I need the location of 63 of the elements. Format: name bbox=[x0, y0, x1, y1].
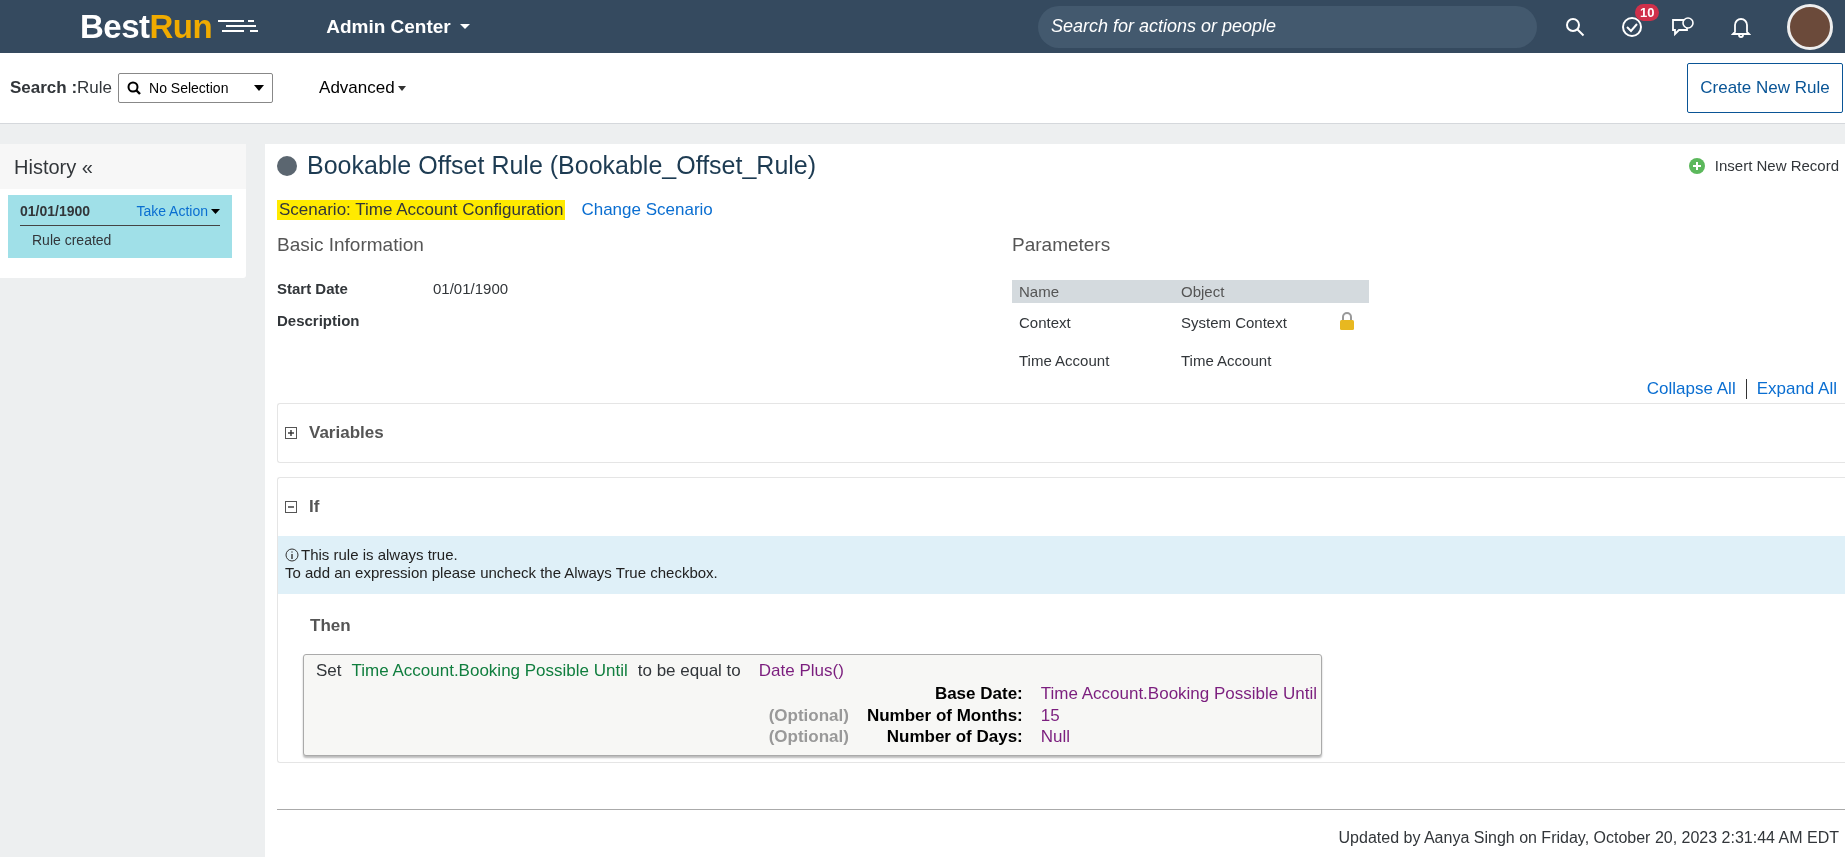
updated-by-text: Updated by Aanya Singh on Friday, October 20, 2023 2:31:44 AM EDT bbox=[1337, 828, 1840, 847]
caret-icon bbox=[458, 22, 471, 31]
checkmark-icon[interactable] bbox=[1621, 15, 1643, 38]
set-keyword: Set bbox=[316, 660, 342, 682]
argument-label: Base Date: bbox=[933, 683, 1023, 705]
collapse-all-link[interactable]: Collapse All bbox=[1646, 379, 1736, 399]
target-field[interactable]: Time Account.Booking Possible Until bbox=[351, 660, 628, 682]
app-menu[interactable]: Admin Center bbox=[320, 14, 477, 39]
field-label: Description bbox=[277, 312, 361, 331]
scenario-text: Scenario: Time Account Configuration bbox=[277, 200, 566, 220]
history-note: Rule created bbox=[31, 231, 113, 248]
argument-value[interactable]: 15 bbox=[1040, 704, 1317, 726]
create-new-rule-button[interactable]: Create New Rule bbox=[1687, 63, 1843, 113]
section-heading: Parameters bbox=[1012, 234, 1112, 256]
expand-toggle-icon[interactable] bbox=[285, 427, 297, 439]
change-scenario-link[interactable]: Change Scenario bbox=[581, 200, 713, 220]
field-value: 01/01/1900 bbox=[433, 280, 509, 299]
rule-title: Bookable Offset Rule (Bookable_Offset_Rule) bbox=[307, 151, 817, 180]
field-label: Start Date bbox=[277, 280, 349, 299]
caret-icon bbox=[397, 85, 406, 91]
history-entry[interactable]: 01/01/1900 Take Action Rule created bbox=[8, 195, 232, 258]
logo[interactable]: BestRun bbox=[80, 7, 261, 46]
expand-all-link[interactable]: Expand All bbox=[1756, 379, 1837, 399]
table-cell-text: Time Account bbox=[1018, 351, 1111, 371]
expand-toggle-icon[interactable] bbox=[285, 501, 297, 513]
caret-icon bbox=[211, 208, 220, 214]
plus-circle-icon bbox=[1688, 157, 1705, 174]
info-icon bbox=[285, 548, 299, 562]
take-action-link[interactable]: Take Action bbox=[136, 203, 220, 219]
argument-label: Number of Days: bbox=[885, 725, 1023, 747]
search-field[interactable]: Search for actions or people bbox=[1038, 5, 1537, 48]
argument-value[interactable]: Null bbox=[1040, 725, 1317, 747]
history-date: 01/01/1900 bbox=[20, 203, 91, 219]
notification-badge: 10 bbox=[1635, 3, 1660, 21]
status-dot-icon bbox=[277, 155, 297, 176]
info-text: This rule is always true. bbox=[301, 546, 458, 564]
column-header: Name bbox=[1012, 280, 1174, 303]
table-cell-text: Time Account bbox=[1180, 351, 1273, 371]
search-label: Search :Rule bbox=[10, 78, 113, 98]
optional-label: (Optional) bbox=[768, 726, 849, 746]
optional-label: (Optional) bbox=[768, 705, 849, 725]
table-cell: System Context bbox=[1174, 303, 1333, 343]
argument-value[interactable]: Time Account.Booking Possible Until bbox=[1040, 683, 1317, 705]
function-name[interactable]: Date Plus() bbox=[758, 660, 844, 682]
operator-text: to be equal to bbox=[637, 660, 741, 682]
info-text: To add an expression please uncheck the Always True checkbox. bbox=[285, 564, 719, 582]
rule-selector[interactable]: No Selection bbox=[118, 73, 274, 103]
table-cell: Context bbox=[1012, 303, 1174, 343]
then-heading: Then bbox=[309, 615, 352, 637]
column-header: Object bbox=[1174, 280, 1333, 303]
caret-icon bbox=[254, 85, 265, 91]
bell-icon[interactable] bbox=[1731, 15, 1751, 38]
section-title[interactable]: If bbox=[309, 497, 320, 517]
insert-new-record-link[interactable]: Insert New Record bbox=[1688, 157, 1839, 174]
avatar[interactable] bbox=[1787, 3, 1833, 50]
history-title[interactable]: History « bbox=[0, 144, 246, 189]
section-title[interactable]: Variables bbox=[309, 423, 384, 443]
argument-label: Number of Months: bbox=[866, 704, 1023, 726]
chat-icon[interactable] bbox=[1671, 15, 1695, 38]
search-icon bbox=[127, 81, 142, 95]
advanced-menu[interactable]: Advanced bbox=[313, 77, 412, 99]
section-heading: Basic Information bbox=[277, 234, 425, 256]
search-icon[interactable] bbox=[1565, 16, 1585, 37]
